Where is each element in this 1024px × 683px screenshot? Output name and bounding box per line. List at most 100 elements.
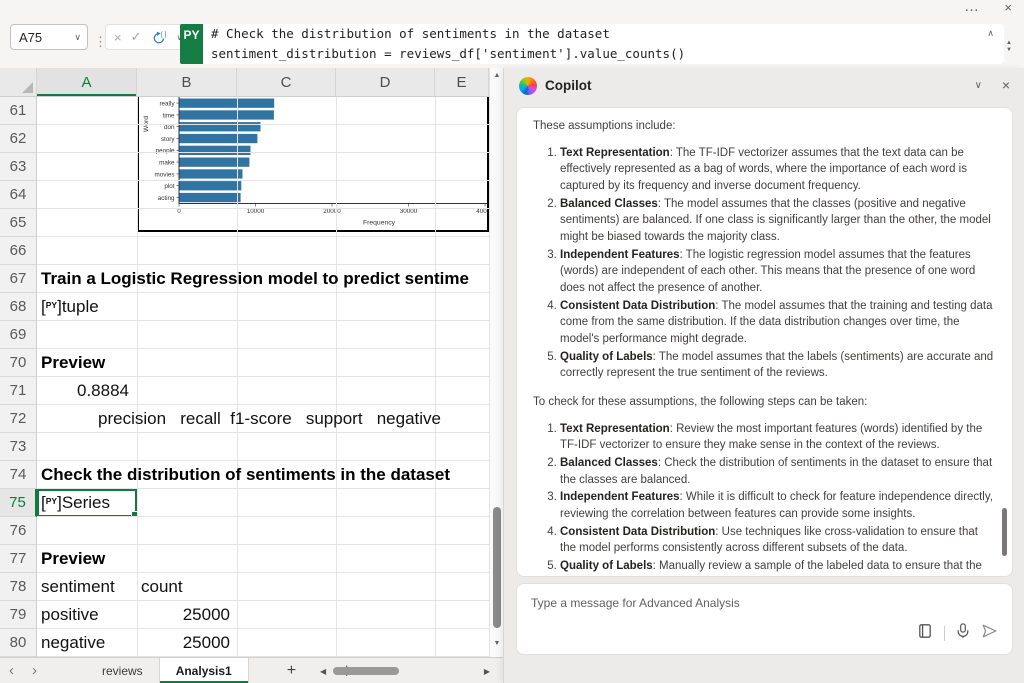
- prev-sheet-icon[interactable]: ‹: [0, 659, 23, 683]
- cell-b80[interactable]: 25000: [137, 629, 234, 657]
- svg-text:story: story: [161, 136, 175, 143]
- notebook-icon[interactable]: [917, 623, 933, 644]
- close-panel-icon[interactable]: ×: [1002, 77, 1010, 93]
- row-number-67[interactable]: 67: [0, 265, 37, 293]
- formula-input[interactable]: # Check the distribution of sentiments i…: [203, 24, 1004, 64]
- cell-b78[interactable]: count: [137, 573, 237, 601]
- row-number-65[interactable]: 65: [0, 209, 37, 237]
- send-icon[interactable]: [981, 623, 998, 644]
- scroll-right-icon[interactable]: ▶: [484, 667, 490, 676]
- svg-text:plot: plot: [164, 183, 174, 190]
- cell-a78[interactable]: sentiment: [37, 573, 489, 601]
- row-number-64[interactable]: 64: [0, 181, 37, 209]
- python-object-icon: [PY]: [41, 493, 62, 512]
- copilot-scroll-thumb[interactable]: [1002, 508, 1007, 556]
- column-header-b[interactable]: B: [137, 68, 237, 96]
- svg-text:20000: 20000: [323, 208, 341, 215]
- spin-down-icon[interactable]: ▼: [1006, 47, 1012, 53]
- formula-bar-spinner[interactable]: ▲ ▼: [1006, 40, 1012, 53]
- cancel-icon[interactable]: ×: [114, 30, 122, 45]
- window-close-icon[interactable]: ×: [1004, 0, 1012, 15]
- vertical-scrollbar[interactable]: ▲ ▼: [489, 68, 503, 657]
- sheet-tab-reviews[interactable]: reviews: [86, 658, 159, 683]
- add-sheet-button[interactable]: +: [287, 662, 296, 680]
- cell-a77[interactable]: Preview: [37, 545, 489, 573]
- word-frequency-chart[interactable]: reallytimedonstorypeoplemakemoviesplotac…: [137, 97, 489, 232]
- sheet-tab-analysis1[interactable]: Analysis1: [159, 658, 249, 683]
- cell-a74[interactable]: Check the distribution of sentiments in …: [37, 461, 489, 489]
- cell-a72[interactable]: precision recall f1-score support negati…: [37, 405, 489, 433]
- python-object-icon: [PY]: [41, 297, 62, 316]
- copilot-input-placeholder: Type a message for Advanced Analysis: [531, 596, 740, 610]
- bar-time: [179, 110, 274, 119]
- cell-a67[interactable]: Train a Logistic Regression model to pre…: [37, 265, 489, 293]
- select-all-corner[interactable]: [0, 68, 37, 96]
- svg-text:acting: acting: [158, 195, 175, 202]
- next-sheet-icon[interactable]: ›: [23, 659, 46, 683]
- row-number-66[interactable]: 66: [0, 237, 37, 265]
- svg-text:[ ]: [ ]: [161, 31, 167, 38]
- horizontal-scroll-thumb[interactable]: [333, 667, 399, 675]
- row-number-62[interactable]: 62: [0, 125, 37, 153]
- copilot-input-actions: [917, 623, 998, 644]
- list-item: Balanced Classes: The model assumes that…: [560, 196, 996, 246]
- row-number-68[interactable]: 68: [0, 293, 37, 321]
- enter-check-icon[interactable]: ✓: [131, 29, 142, 45]
- scroll-down-icon[interactable]: ▼: [490, 640, 504, 647]
- cell-a80[interactable]: negative: [37, 629, 489, 657]
- spin-up-icon[interactable]: ▲: [1006, 40, 1012, 46]
- bar-people: [179, 146, 251, 155]
- insert-python-icon[interactable]: [ ]: [151, 30, 168, 45]
- chevron-down-icon[interactable]: ∨: [975, 80, 982, 91]
- spreadsheet: ABCDE reallytimedonstorypeoplemakemovies…: [0, 68, 503, 683]
- name-box[interactable]: A75 ∨: [10, 24, 88, 50]
- row-number-71[interactable]: 71: [0, 377, 37, 405]
- microphone-icon[interactable]: [956, 623, 970, 644]
- gridline: [37, 236, 489, 237]
- vertical-scroll-thumb[interactable]: [493, 507, 501, 628]
- row-number-63[interactable]: 63: [0, 153, 37, 181]
- row-number-78[interactable]: 78: [0, 573, 37, 601]
- row-number-72[interactable]: 72: [0, 405, 37, 433]
- row-number-70[interactable]: 70: [0, 349, 37, 377]
- column-header-a[interactable]: A: [37, 68, 137, 96]
- row-number-79[interactable]: 79: [0, 601, 37, 629]
- assumptions-list: Text Representation: The TF-IDF vectoriz…: [533, 145, 996, 382]
- more-options-icon[interactable]: …: [964, 0, 980, 15]
- cell-a75[interactable]: [PY]Series: [37, 489, 489, 517]
- bar-make: [179, 158, 249, 167]
- gridline: [37, 180, 489, 181]
- python-cell-badge: PY: [180, 24, 203, 64]
- copilot-input-box[interactable]: Type a message for Advanced Analysis: [516, 583, 1013, 655]
- item-title: Quality of Labels: [560, 560, 653, 572]
- column-header-d[interactable]: D: [336, 68, 435, 96]
- grid[interactable]: reallytimedonstorypeoplemakemoviesplotac…: [0, 97, 489, 657]
- svg-text:0: 0: [177, 208, 181, 215]
- row-number-74[interactable]: 74: [0, 461, 37, 489]
- scroll-up-icon[interactable]: ▲: [490, 72, 504, 79]
- row-number-80[interactable]: 80: [0, 629, 37, 657]
- cell-a70[interactable]: Preview: [37, 349, 489, 377]
- row-number-77[interactable]: 77: [0, 545, 37, 573]
- row-number-73[interactable]: 73: [0, 433, 37, 461]
- title-bar: … ×: [0, 0, 1024, 18]
- row-number-69[interactable]: 69: [0, 321, 37, 349]
- cell-a68[interactable]: [PY]tuple: [37, 293, 489, 321]
- cell-b79[interactable]: 25000: [137, 601, 234, 629]
- cell-a71[interactable]: 0.8884: [37, 377, 133, 405]
- svg-text:Frequency: Frequency: [363, 220, 396, 227]
- tab-strip: reviewsAnalysis1: [86, 658, 249, 683]
- collapse-formula-bar-icon[interactable]: ∧: [987, 28, 994, 39]
- bar-story: [179, 134, 257, 143]
- row-number-76[interactable]: 76: [0, 517, 37, 545]
- list-item: Balanced Classes: Check the distribution…: [560, 455, 996, 488]
- row-number-61[interactable]: 61: [0, 97, 37, 125]
- name-box-value: A75: [19, 30, 42, 45]
- svg-text:don: don: [164, 124, 175, 131]
- column-header-c[interactable]: C: [237, 68, 336, 96]
- horizontal-scrollbar[interactable]: ◀ ▶: [320, 658, 492, 683]
- scroll-left-icon[interactable]: ◀: [320, 667, 326, 676]
- row-number-75[interactable]: 75: [0, 489, 37, 517]
- column-header-e[interactable]: E: [435, 68, 489, 96]
- cell-a79[interactable]: positive: [37, 601, 489, 629]
